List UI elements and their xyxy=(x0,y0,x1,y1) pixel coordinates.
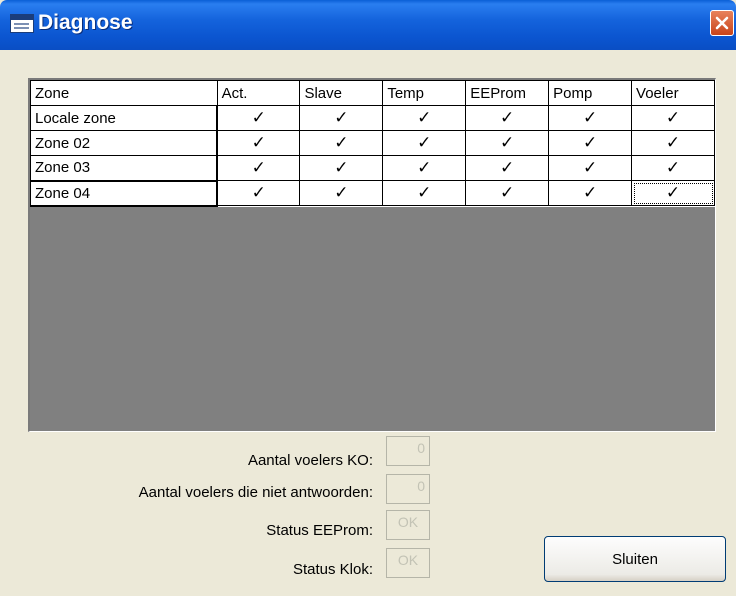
window-title: Diagnose xyxy=(38,11,133,34)
check-cell[interactable]: ✓ xyxy=(631,130,715,156)
check-cell[interactable]: ✓ xyxy=(216,155,301,181)
diagnose-window: Diagnose Zone Act. Slave Temp EEProm Pom… xyxy=(0,0,736,596)
check-cell-focused[interactable]: ✓ xyxy=(631,180,715,206)
title-bar[interactable]: Diagnose xyxy=(0,0,736,50)
app-icon xyxy=(10,14,34,33)
status-klok-label: Status Klok: xyxy=(292,561,373,578)
status-klok-field: OK xyxy=(386,548,430,578)
check-cell[interactable]: ✓ xyxy=(382,130,467,156)
row-zone-label[interactable]: Zone 04 xyxy=(30,179,219,207)
status-eeprom-field: OK xyxy=(386,510,430,540)
check-cell[interactable]: ✓ xyxy=(631,155,715,181)
close-icon[interactable] xyxy=(710,10,734,36)
table-row: Locale zone ✓ ✓ ✓ ✓ ✓ ✓ xyxy=(30,105,715,131)
check-cell[interactable]: ✓ xyxy=(548,180,633,206)
check-cell[interactable]: ✓ xyxy=(465,155,550,181)
check-cell[interactable]: ✓ xyxy=(299,105,384,131)
row-zone-label[interactable]: Zone 02 xyxy=(30,130,219,156)
status-eeprom-label: Status EEProm: xyxy=(266,522,373,539)
table-header-row: Zone Act. Slave Temp EEProm Pomp Voeler xyxy=(30,80,715,106)
column-header-pomp[interactable]: Pomp xyxy=(548,80,633,106)
column-header-eeprom[interactable]: EEProm xyxy=(465,80,550,106)
check-cell[interactable]: ✓ xyxy=(548,155,633,181)
check-cell[interactable]: ✓ xyxy=(465,105,550,131)
column-header-slave[interactable]: Slave xyxy=(299,80,384,106)
column-header-zone[interactable]: Zone xyxy=(30,80,218,106)
row-zone-label[interactable]: Zone 03 xyxy=(30,155,219,181)
check-cell[interactable]: ✓ xyxy=(299,130,384,156)
table-row: Zone 02 ✓ ✓ ✓ ✓ ✓ ✓ xyxy=(30,130,715,156)
table-row: Zone 04 ✓ ✓ ✓ ✓ ✓ ✓ xyxy=(30,179,715,207)
zone-table: Zone Act. Slave Temp EEProm Pomp Voeler … xyxy=(30,80,715,207)
check-cell[interactable]: ✓ xyxy=(382,155,467,181)
check-cell[interactable]: ✓ xyxy=(216,180,301,206)
table-row: Zone 03 ✓ ✓ ✓ ✓ ✓ ✓ xyxy=(30,155,715,181)
close-button[interactable]: Sluiten xyxy=(544,536,726,582)
check-cell[interactable]: ✓ xyxy=(631,105,715,131)
check-cell[interactable]: ✓ xyxy=(216,105,301,131)
check-cell[interactable]: ✓ xyxy=(548,105,633,131)
check-cell[interactable]: ✓ xyxy=(382,180,467,206)
diagnose-grid[interactable]: Zone Act. Slave Temp EEProm Pomp Voeler … xyxy=(28,78,716,432)
check-cell[interactable]: ✓ xyxy=(382,105,467,131)
row-zone-label[interactable]: Locale zone xyxy=(30,105,219,131)
check-cell[interactable]: ✓ xyxy=(465,130,550,156)
column-header-act[interactable]: Act. xyxy=(216,80,301,106)
column-header-voeler[interactable]: Voeler xyxy=(631,80,715,106)
check-cell[interactable]: ✓ xyxy=(299,180,384,206)
voelers-ko-label: Aantal voelers KO: xyxy=(247,452,373,469)
check-cell[interactable]: ✓ xyxy=(465,180,550,206)
column-header-temp[interactable]: Temp xyxy=(382,80,467,106)
check-cell[interactable]: ✓ xyxy=(216,130,301,156)
check-cell[interactable]: ✓ xyxy=(299,155,384,181)
check-cell[interactable]: ✓ xyxy=(548,130,633,156)
voelers-niet-label: Aantal voelers die niet antwoorden: xyxy=(138,484,373,501)
voelers-niet-field: 0 xyxy=(386,474,430,504)
voelers-ko-field: 0 xyxy=(386,436,430,466)
